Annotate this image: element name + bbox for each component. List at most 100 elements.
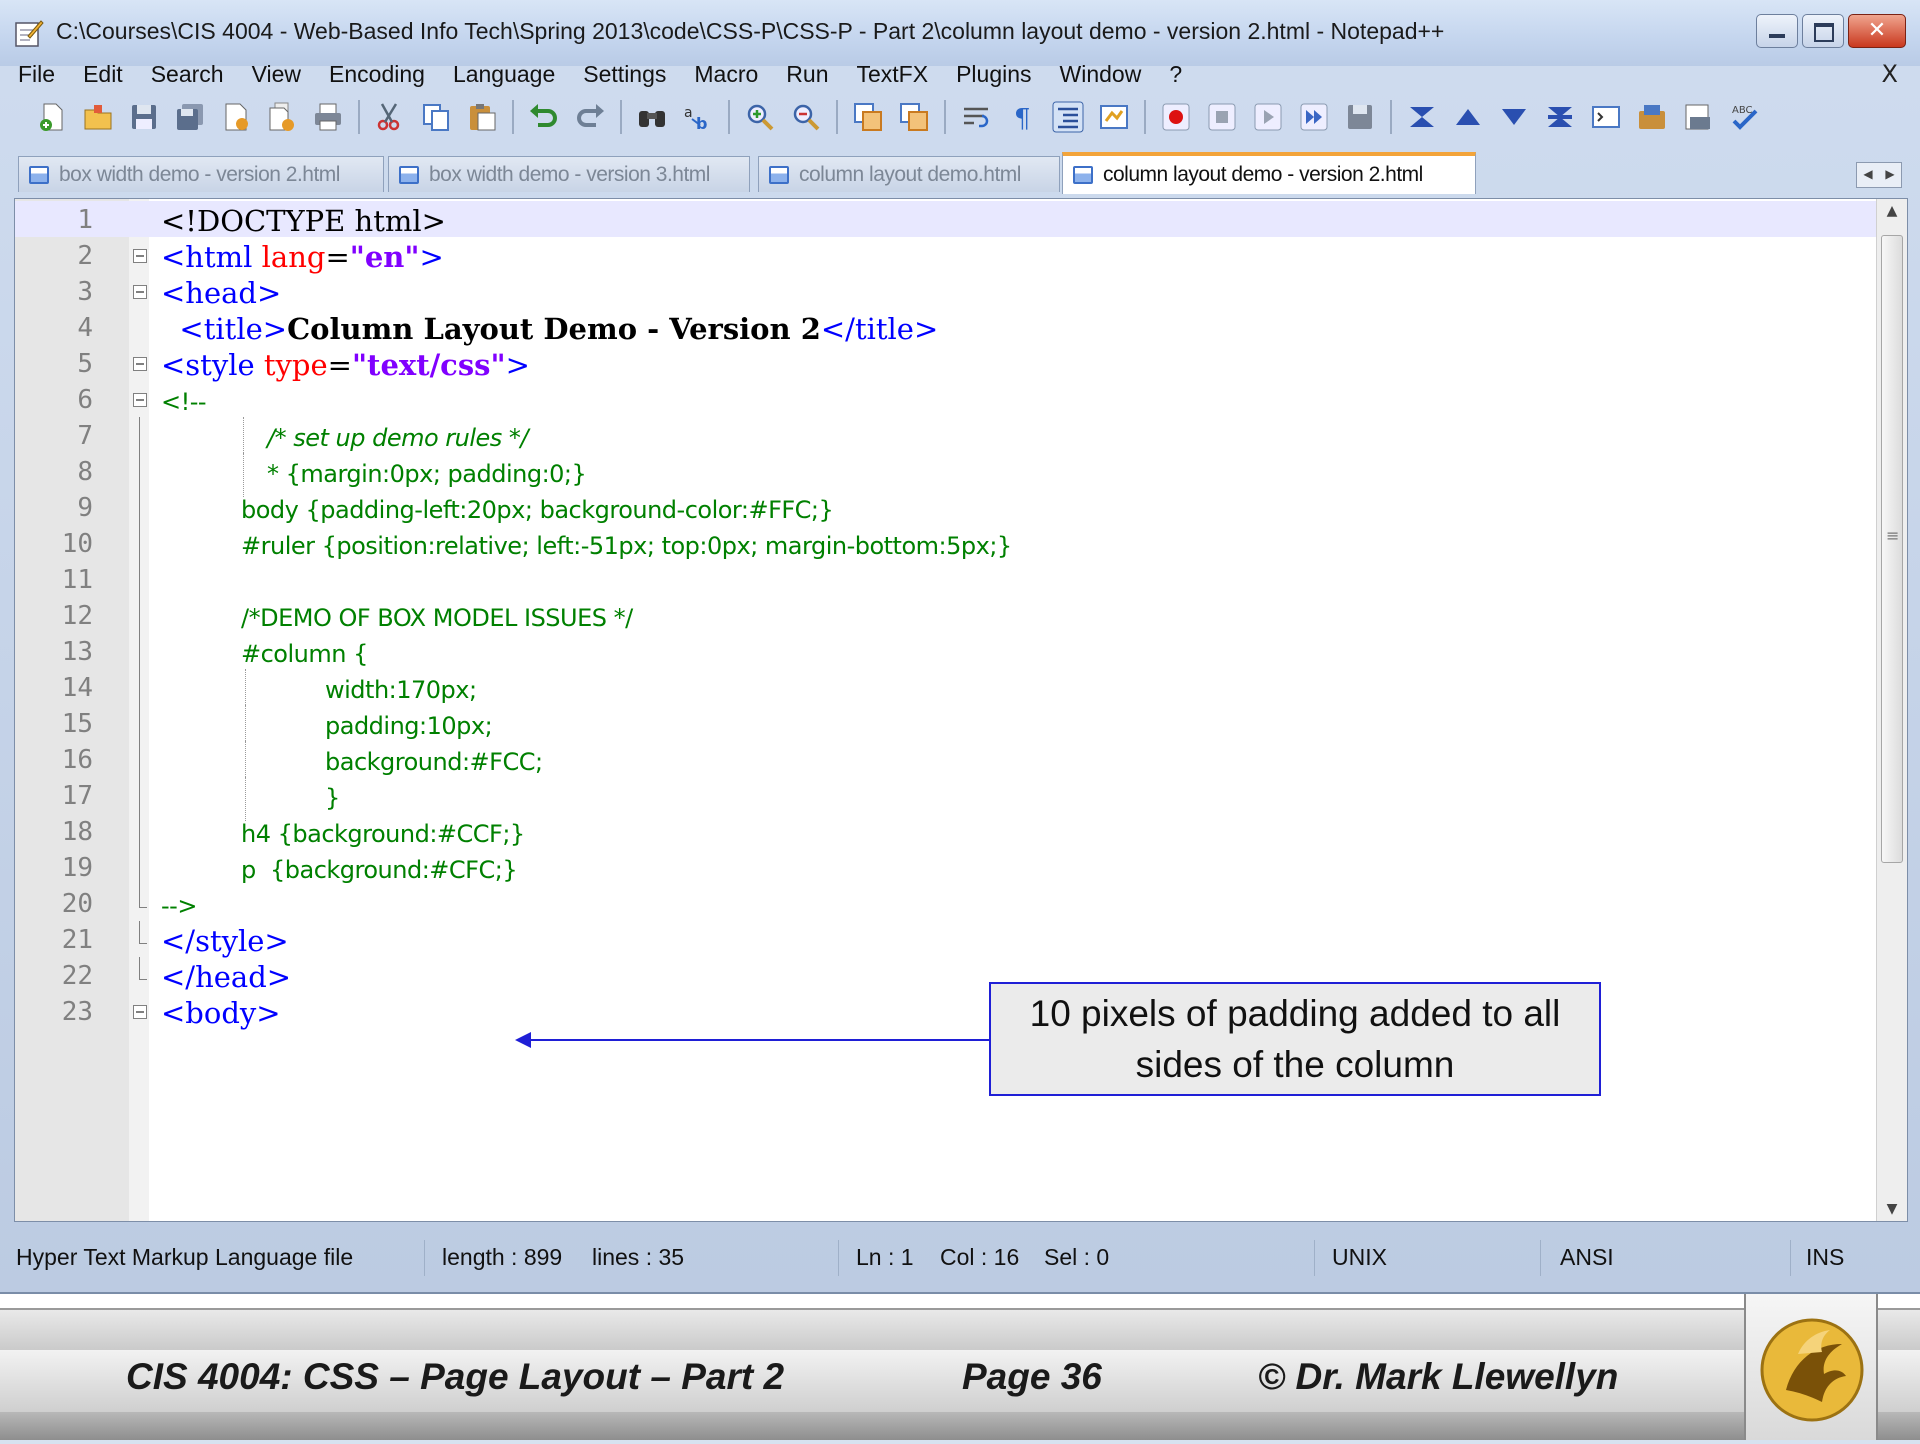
- svg-text:ABC: ABC: [1732, 105, 1753, 116]
- code-token: >: [505, 348, 530, 382]
- menu-help[interactable]: ?: [1169, 61, 1182, 88]
- code-token: "en": [349, 240, 420, 274]
- menu-window[interactable]: Window: [1060, 61, 1142, 88]
- indent-guide-icon[interactable]: [1052, 101, 1084, 133]
- menu-settings[interactable]: Settings: [583, 61, 666, 88]
- code-line[interactable]: 17}: [15, 777, 1877, 821]
- first-bookmark-icon[interactable]: [1406, 101, 1438, 133]
- tab-box-width-demo-v2[interactable]: box width demo - version 2.html: [18, 156, 384, 192]
- replace-icon[interactable]: ab: [682, 101, 714, 133]
- save-macro-icon[interactable]: [1344, 101, 1376, 133]
- copy-icon[interactable]: [420, 101, 452, 133]
- fold-toggle-icon[interactable]: [133, 1005, 147, 1019]
- fold-toggle-icon[interactable]: [133, 357, 147, 371]
- console-icon[interactable]: [1590, 101, 1622, 133]
- code-line[interactable]: 5 <style type="text/css">: [15, 345, 1877, 382]
- code-line[interactable]: 16 background:#FCC;: [15, 741, 1877, 785]
- tab-box-width-demo-v3[interactable]: box width demo - version 3.html: [388, 156, 750, 192]
- status-column: Col : 16: [940, 1244, 1020, 1270]
- scroll-up-icon[interactable]: ▲: [1877, 203, 1907, 219]
- code-line[interactable]: 19 p {background:#CFC;}: [15, 849, 1877, 893]
- sync-horizontal-icon[interactable]: [898, 101, 930, 133]
- code-line[interactable]: 1 <!DOCTYPE html>: [15, 201, 1877, 238]
- menu-search[interactable]: Search: [151, 61, 224, 88]
- zoom-out-icon[interactable]: [790, 101, 822, 133]
- menu-file[interactable]: File: [18, 61, 55, 88]
- plugin-export-icon[interactable]: [1682, 101, 1714, 133]
- zoom-in-icon[interactable]: [744, 101, 776, 133]
- code-editor[interactable]: 1 <!DOCTYPE html> 2 <html lang="en"> 3 <head>…: [14, 198, 1908, 1222]
- paste-icon[interactable]: [466, 101, 498, 133]
- undo-icon[interactable]: [528, 101, 560, 133]
- code-line[interactable]: 9 body {padding-left:20px; background-col…: [15, 489, 1877, 533]
- line-number: 19: [61, 853, 93, 883]
- fold-toggle-icon[interactable]: [133, 393, 147, 407]
- code-line[interactable]: 13 #column {: [15, 633, 1877, 677]
- code-text: /*DEMO OF BOX MODEL ISSUES */: [241, 604, 633, 632]
- fold-toggle-icon[interactable]: [133, 249, 147, 263]
- fold-toggle-icon[interactable]: [133, 285, 147, 299]
- menu-textfx[interactable]: TextFX: [857, 61, 929, 88]
- next-bookmark-icon[interactable]: [1498, 101, 1530, 133]
- close-window-button[interactable]: ✕: [1848, 14, 1906, 48]
- code-line[interactable]: 11: [15, 561, 1877, 605]
- save-all-icon[interactable]: [174, 101, 206, 133]
- close-file-icon[interactable]: [220, 101, 252, 133]
- menu-plugins[interactable]: Plugins: [956, 61, 1031, 88]
- cut-icon[interactable]: [374, 101, 406, 133]
- fold-end-marker: [139, 885, 147, 908]
- save-icon[interactable]: [128, 101, 160, 133]
- tab-column-layout-demo-v2[interactable]: column layout demo - version 2.html: [1062, 152, 1476, 194]
- line-number: 13: [61, 637, 93, 667]
- scrollbar-thumb[interactable]: [1881, 235, 1903, 863]
- tab-scroll-left-icon[interactable]: ◀: [1857, 163, 1879, 187]
- code-line[interactable]: 7 /* set up demo rules */: [15, 417, 1877, 461]
- word-wrap-icon[interactable]: [960, 101, 992, 133]
- show-all-chars-icon[interactable]: ¶: [1006, 101, 1038, 133]
- code-token: lang: [261, 240, 326, 274]
- document-tab-bar: box width demo - version 2.html box widt…: [0, 152, 1920, 194]
- menu-view[interactable]: View: [252, 61, 301, 88]
- menu-encoding[interactable]: Encoding: [329, 61, 425, 88]
- menu-edit[interactable]: Edit: [83, 61, 123, 88]
- maximize-button[interactable]: [1802, 14, 1844, 48]
- open-file-icon[interactable]: [82, 101, 114, 133]
- code-line[interactable]: 8 * {margin:0px; padding:0;}: [15, 453, 1877, 497]
- menu-macro[interactable]: Macro: [694, 61, 758, 88]
- play-macro-icon[interactable]: [1252, 101, 1284, 133]
- saved-file-icon: [29, 165, 49, 184]
- tab-column-layout-demo[interactable]: column layout demo.html: [758, 156, 1060, 192]
- scroll-down-icon[interactable]: ▼: [1877, 1201, 1907, 1217]
- record-macro-icon[interactable]: [1160, 101, 1192, 133]
- sync-vertical-icon[interactable]: [852, 101, 884, 133]
- find-icon[interactable]: [636, 101, 668, 133]
- new-file-icon[interactable]: [36, 101, 68, 133]
- menu-run[interactable]: Run: [786, 61, 828, 88]
- spell-check-icon[interactable]: ABC: [1728, 101, 1760, 133]
- code-line[interactable]: 14 width:170px;: [15, 669, 1877, 713]
- print-icon[interactable]: [312, 101, 344, 133]
- code-line[interactable]: 10 #ruler {position:relative; left:-51px;…: [15, 525, 1877, 569]
- menu-language[interactable]: Language: [453, 61, 555, 88]
- previous-bookmark-icon[interactable]: [1452, 101, 1484, 133]
- code-line[interactable]: 20 -->: [15, 885, 1877, 921]
- close-document-button[interactable]: X: [1882, 56, 1898, 92]
- redo-icon[interactable]: [574, 101, 606, 133]
- run-macro-multiple-icon[interactable]: [1298, 101, 1330, 133]
- tab-scroll-right-icon[interactable]: ▶: [1879, 163, 1901, 187]
- code-line[interactable]: 6 <!--: [15, 381, 1877, 417]
- code-line[interactable]: 18 h4 {background:#CCF;}: [15, 813, 1877, 857]
- vertical-scrollbar[interactable]: ▲ ▼: [1876, 199, 1907, 1221]
- close-all-icon[interactable]: [266, 101, 298, 133]
- last-bookmark-icon[interactable]: [1544, 101, 1576, 133]
- code-line[interactable]: 2 <html lang="en">: [15, 237, 1877, 274]
- code-line[interactable]: 15 padding:10px;: [15, 705, 1877, 749]
- code-line[interactable]: 12 /*DEMO OF BOX MODEL ISSUES */: [15, 597, 1877, 641]
- code-line[interactable]: 3 <head>: [15, 273, 1877, 310]
- minimize-button[interactable]: [1756, 14, 1798, 48]
- stop-macro-icon[interactable]: [1206, 101, 1238, 133]
- code-line[interactable]: 4 <title>Column Layout Demo - Version 2<…: [15, 309, 1877, 346]
- user-language-icon[interactable]: [1098, 101, 1130, 133]
- code-line[interactable]: 21 </style>: [15, 921, 1877, 958]
- plugin-tool-icon[interactable]: [1636, 101, 1668, 133]
